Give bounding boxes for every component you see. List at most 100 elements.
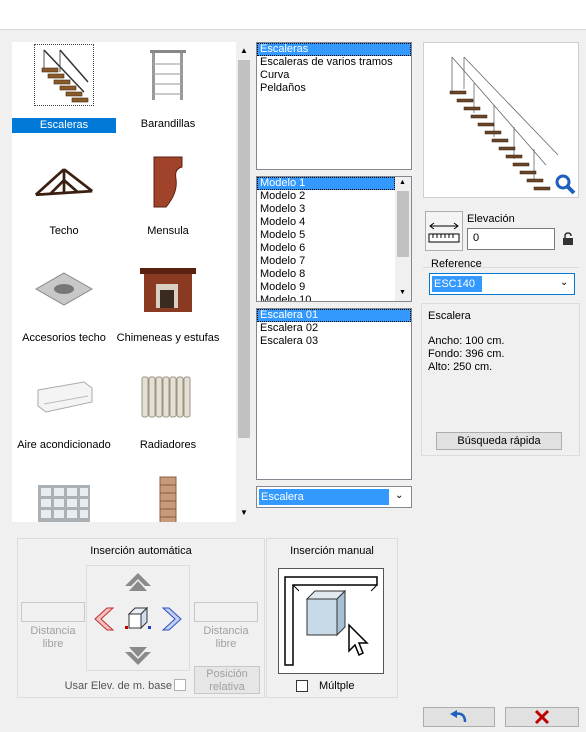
list-item[interactable]: Escalera 03 xyxy=(257,335,411,348)
list-item[interactable]: Modelo 2 xyxy=(257,190,395,203)
chevron-up-icon[interactable]: ▲ xyxy=(399,179,406,186)
use-base-elevation-checkbox[interactable] xyxy=(174,679,186,691)
right-distance-input[interactable] xyxy=(194,602,258,622)
chevron-down-icon[interactable]: ▼ xyxy=(399,289,406,296)
category-accesorios-techo[interactable]: Accesorios techo xyxy=(12,256,116,356)
list-item[interactable]: Modelo 7 xyxy=(257,255,395,268)
arrow-down-button[interactable] xyxy=(121,642,155,668)
chevron-up-icon[interactable]: ▲ xyxy=(240,46,248,55)
category-aire-acondicionado[interactable]: Aire acondicionado xyxy=(12,363,116,463)
corbel-icon xyxy=(138,151,198,213)
chevron-down-icon[interactable]: ⌄ xyxy=(395,490,403,501)
glass-block-icon xyxy=(34,472,94,522)
cancel-button[interactable] xyxy=(505,707,579,727)
list-item[interactable]: Modelo 3 xyxy=(257,203,395,216)
model-list[interactable]: Modelo 1 Modelo 2 Modelo 3 Modelo 4 Mode… xyxy=(256,176,412,302)
list-item[interactable]: Peldaños xyxy=(257,82,411,95)
info-width: Ancho: 100 cm. xyxy=(428,335,505,347)
category-label: Radiadores xyxy=(139,439,197,451)
magnifier-icon xyxy=(555,174,576,195)
arrow-down-icon xyxy=(125,647,151,665)
list-item[interactable]: Modelo 8 xyxy=(257,268,395,281)
model-scrollbar[interactable]: ▲ ▼ xyxy=(395,177,411,301)
category-escaleras[interactable]: Escaleras xyxy=(12,42,116,142)
chevron-down-icon[interactable]: ▼ xyxy=(240,508,248,517)
category-brick-column[interactable] xyxy=(116,470,220,522)
reference-label: Reference xyxy=(429,258,484,270)
elevation-input[interactable]: 0 xyxy=(467,228,555,250)
list-item[interactable]: Escalera 02 xyxy=(257,322,411,335)
relative-position-button[interactable]: Posición relativa xyxy=(194,666,260,694)
fireplace-icon xyxy=(138,258,198,320)
roof-truss-icon xyxy=(34,151,94,213)
filter-value: Escalera xyxy=(259,489,389,505)
variant-list[interactable]: Escalera 01 Escalera 02 Escalera 03 xyxy=(256,308,412,480)
cube-icon xyxy=(123,606,153,632)
category-scrollbar[interactable]: ▲ ▼ xyxy=(236,42,252,522)
chevron-down-icon[interactable]: ⌄ xyxy=(560,277,568,288)
radiator-icon xyxy=(138,365,198,427)
brick-column-icon xyxy=(138,472,198,522)
type-list[interactable]: Escaleras Escaleras de varios tramos Cur… xyxy=(256,42,412,170)
multiple-label: Múltple xyxy=(319,680,355,692)
list-item[interactable]: Modelo 10 xyxy=(257,294,395,301)
list-item[interactable]: Modelo 6 xyxy=(257,242,395,255)
quick-search-button[interactable]: Búsqueda rápida xyxy=(436,432,562,450)
arrow-up-button[interactable] xyxy=(121,570,155,596)
list-item[interactable]: Escaleras xyxy=(257,43,411,56)
info-depth: Fondo: 396 cm. xyxy=(428,348,505,360)
auto-insert-group: Inserción automática Distancia libre Dis… xyxy=(17,538,265,698)
category-mensula[interactable]: Mensula xyxy=(116,149,220,249)
arrow-right-icon xyxy=(161,607,182,631)
preview-image xyxy=(423,42,579,198)
list-item[interactable]: Curva xyxy=(257,69,411,82)
filter-select[interactable]: Escalera ⌄ xyxy=(256,486,412,508)
reference-value: ESC140 xyxy=(432,276,482,292)
scrollbar-thumb[interactable] xyxy=(238,60,250,438)
close-icon xyxy=(534,709,550,725)
info-height: Alto: 250 cm. xyxy=(428,361,493,373)
category-glass-block[interactable] xyxy=(12,470,116,522)
list-item[interactable]: Modelo 5 xyxy=(257,229,395,242)
stairs-icon xyxy=(34,44,94,106)
manual-insert-button[interactable] xyxy=(278,568,384,674)
multiple-checkbox[interactable] xyxy=(296,680,308,692)
category-barandillas[interactable]: Barandillas xyxy=(116,42,220,142)
category-radiadores[interactable]: Radiadores xyxy=(116,363,220,463)
list-item[interactable]: Modelo 4 xyxy=(257,216,395,229)
ceiling-accessory-icon xyxy=(34,258,94,320)
manual-insert-group: Inserción manual Múltple xyxy=(266,538,398,698)
undo-button[interactable] xyxy=(423,707,495,727)
category-label: Chimeneas y estufas xyxy=(116,332,220,344)
category-label: Barandillas xyxy=(140,118,196,130)
list-item[interactable]: Modelo 9 xyxy=(257,281,395,294)
direction-pad xyxy=(86,565,190,671)
zoom-button[interactable] xyxy=(552,171,578,197)
auto-insert-title: Inserción automática xyxy=(90,545,192,557)
category-label: Techo xyxy=(49,225,79,237)
scrollbar-thumb[interactable] xyxy=(397,191,409,257)
undo-icon xyxy=(450,710,467,723)
category-chimeneas[interactable]: Chimeneas y estufas xyxy=(116,256,220,356)
arrow-right-button[interactable] xyxy=(157,606,187,632)
list-item[interactable]: Escaleras de varios tramos xyxy=(257,56,411,69)
air-conditioner-icon xyxy=(34,365,94,427)
list-item[interactable]: Modelo 1 xyxy=(257,177,395,190)
info-title: Escalera xyxy=(428,310,471,322)
railing-icon xyxy=(138,44,198,106)
category-label: Aire acondicionado xyxy=(17,439,111,451)
reference-group: Reference ESC140 ⌄ xyxy=(423,258,579,299)
arrow-left-button[interactable] xyxy=(89,606,119,632)
lock-button[interactable] xyxy=(558,230,578,248)
info-panel: Escalera Ancho: 100 cm. Fondo: 396 cm. A… xyxy=(421,303,580,456)
elevation-toggle-button[interactable] xyxy=(425,211,463,251)
category-techo[interactable]: Techo xyxy=(12,149,116,249)
category-label: Mensula xyxy=(147,225,189,237)
title-bar xyxy=(0,0,586,30)
use-base-elevation-label: Usar Elev. de m. base xyxy=(64,680,172,692)
list-item[interactable]: Escalera 01 xyxy=(257,309,411,322)
arrow-left-icon xyxy=(94,607,115,631)
right-distance-label: Distancia libre xyxy=(203,625,249,650)
left-distance-input[interactable] xyxy=(21,602,85,622)
reference-select[interactable]: ESC140 ⌄ xyxy=(429,273,575,295)
